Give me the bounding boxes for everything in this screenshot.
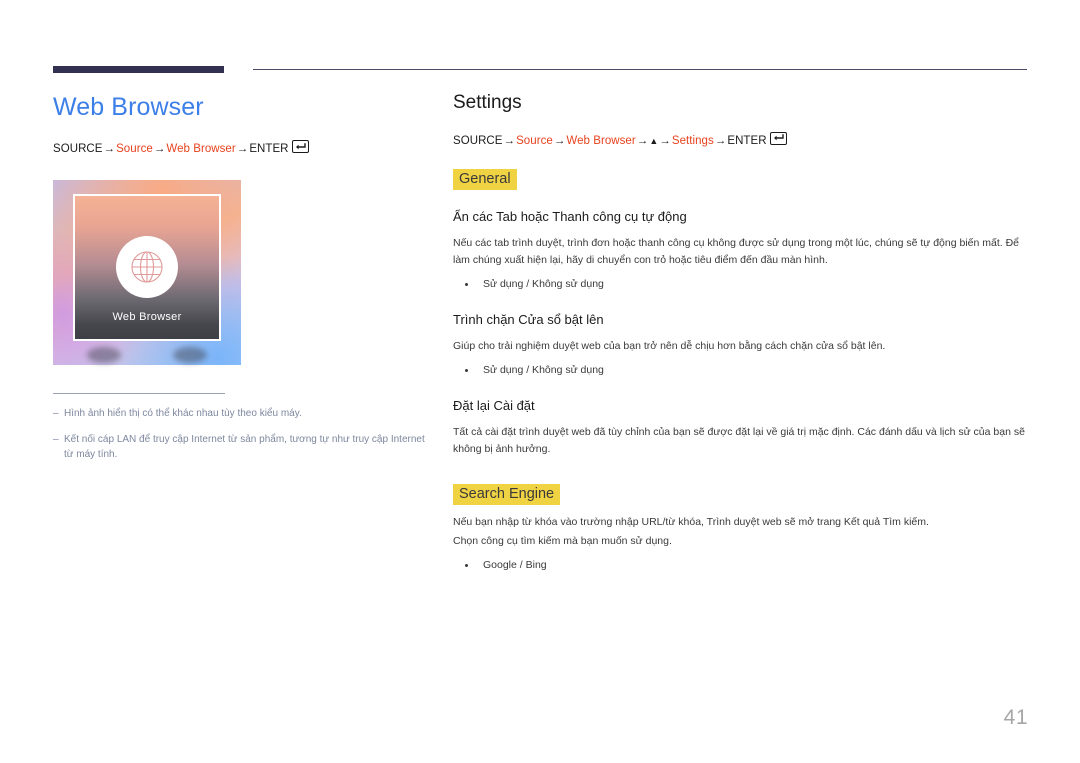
header-rule-thin xyxy=(253,69,1027,70)
thumbnail-stand-shadow-left xyxy=(87,347,121,363)
breadcrumb-item-settings[interactable]: Settings xyxy=(672,135,714,147)
setting-description: Giúp cho trải nghiệm duyệt web của bạn t… xyxy=(453,340,886,353)
page-title: Web Browser xyxy=(53,93,204,121)
thumbnail-screen-panel: Web Browser xyxy=(73,194,221,341)
setting-description: Nếu các tab trình duyệt, trình đơn hoặc … xyxy=(453,237,1020,267)
breadcrumb-arrow-icon: → xyxy=(153,143,166,155)
footnote-dash: ‒ xyxy=(53,433,59,445)
footnote-text: Hình ảnh hiển thị có thể khác nhau tùy t… xyxy=(64,408,302,419)
left-column: Web Browser SOURCE→Source→Web Browser→EN… xyxy=(53,92,433,155)
group-chip-search-engine: Search Engine xyxy=(453,483,561,506)
footnote-item: ‒ Hình ảnh hiển thị có thể khác nhau tùy… xyxy=(53,406,433,422)
breadcrumb-arrow-icon: → xyxy=(659,134,671,147)
header-rule-thick xyxy=(53,66,224,73)
footnote-text: Kết nối cáp LAN để truy cập Internet từ … xyxy=(64,433,425,461)
breadcrumb-item-source[interactable]: Source xyxy=(116,143,153,155)
globe-icon xyxy=(116,236,178,298)
breadcrumb-enter-label: ENTER xyxy=(727,134,767,147)
search-engine-description-1: Nếu bạn nhập từ khóa vào trường nhập URL… xyxy=(453,516,929,529)
setting-options-list: Sử dụng / Không sử dụng xyxy=(453,362,1027,379)
setting-heading-auto-hide-tabs: Ẩn các Tab hoặc Thanh công cụ tự động xyxy=(453,209,687,225)
search-engine-option[interactable]: Google / Bing xyxy=(453,557,1027,574)
setting-option[interactable]: Sử dụng / Không sử dụng xyxy=(453,362,1027,379)
breadcrumb-source-label: SOURCE xyxy=(453,134,503,147)
enter-key-icon xyxy=(291,140,309,153)
setting-options-list: Sử dụng / Không sử dụng xyxy=(453,276,1027,293)
breadcrumb-arrow-icon: → xyxy=(714,134,727,147)
footnote-item: ‒ Kết nối cáp LAN để truy cập Internet t… xyxy=(53,432,433,463)
breadcrumb-enter-label: ENTER xyxy=(249,143,289,155)
section-title-settings: Settings xyxy=(453,92,522,113)
page-number: 41 xyxy=(1003,706,1028,729)
breadcrumb-arrow-icon: → xyxy=(503,134,516,147)
breadcrumb-source-label: SOURCE xyxy=(53,143,103,155)
breadcrumb-arrow-icon: → xyxy=(636,134,649,147)
setting-description: Tất cả cài đặt trình duyệt web đã tùy ch… xyxy=(453,425,1025,455)
breadcrumb-arrow-icon: → xyxy=(553,134,566,147)
breadcrumb-arrow-icon: → xyxy=(236,143,249,155)
breadcrumb-arrow-icon: → xyxy=(103,143,116,155)
breadcrumb-item-web-browser[interactable]: Web Browser xyxy=(166,143,235,155)
group-chip-general: General xyxy=(453,168,517,191)
search-engine-description-2: Chọn công cụ tìm kiếm mà bạn muốn sử dụn… xyxy=(453,535,672,548)
up-triangle-icon: ▲ xyxy=(649,135,659,146)
web-browser-thumbnail: Web Browser xyxy=(53,180,241,365)
right-column: Settings SOURCE→Source→Web Browser→▲→Set… xyxy=(453,92,1027,574)
setting-option[interactable]: Sử dụng / Không sử dụng xyxy=(453,276,1027,293)
breadcrumb-left: SOURCE→Source→Web Browser→ENTER xyxy=(53,140,433,155)
enter-key-icon xyxy=(769,131,787,145)
setting-heading-popup-blocker: Trình chặn Cửa sổ bật lên xyxy=(453,312,604,328)
breadcrumb-item-web-browser[interactable]: Web Browser xyxy=(566,135,635,147)
footnote-dash: ‒ xyxy=(53,408,59,419)
breadcrumb-right: SOURCE→Source→Web Browser→▲→Settings→ENT… xyxy=(453,131,1027,147)
setting-heading-reset-settings: Đặt lại Cài đặt xyxy=(453,397,535,413)
footnotes: ‒ Hình ảnh hiển thị có thể khác nhau tùy… xyxy=(53,393,433,473)
thumbnail-label: Web Browser xyxy=(112,311,182,323)
footnotes-separator xyxy=(53,393,225,394)
breadcrumb-item-source[interactable]: Source xyxy=(516,135,553,147)
search-engine-options-list: Google / Bing xyxy=(453,557,1027,574)
thumbnail-stand-shadow-right xyxy=(173,347,207,363)
